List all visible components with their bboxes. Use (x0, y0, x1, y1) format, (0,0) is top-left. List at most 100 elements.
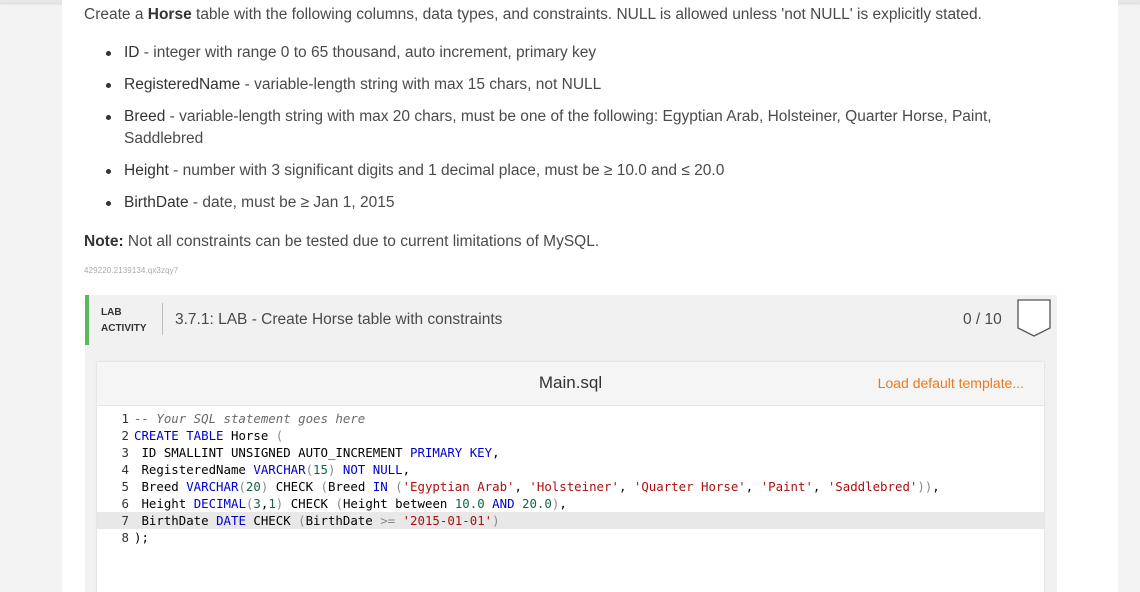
code-line[interactable]: 2 CREATE TABLE Horse ( (97, 427, 1044, 444)
column-name: Breed (124, 108, 166, 125)
code-token: )) (917, 479, 933, 494)
column-spec-item: BirthDate - date, must be ≥ Jan 1, 2015 (100, 192, 1020, 214)
code-token: Horse (223, 428, 276, 443)
code-token: ); (134, 530, 149, 545)
code-token: -- Your SQL statement goes here (134, 411, 366, 426)
code-token: CHECK (290, 496, 336, 511)
column-name: BirthDate (124, 194, 189, 211)
code-token: , (559, 496, 567, 511)
code-text: ); (134, 529, 149, 546)
instructions: Create a Horse table with the following … (84, 6, 1014, 24)
code-area[interactable]: 1 -- Your SQL statement goes here 2 CREATE … (97, 410, 1044, 546)
code-token: 3 (253, 496, 261, 511)
note-label: Note: (84, 233, 124, 250)
code-token: Height (134, 496, 194, 511)
activity-id: 429220.2139134.qx3zqy7 (84, 266, 179, 275)
code-token: ( (298, 513, 306, 528)
line-number: 4 (121, 462, 129, 477)
line-number: 5 (121, 479, 129, 494)
code-token: 'Saddlebred' (827, 479, 918, 494)
code-line[interactable]: 8); (97, 529, 1044, 546)
line-number: 6 (121, 496, 129, 511)
code-line[interactable]: 5 Breed VARCHAR(20) CHECK (Breed IN ('Eg… (97, 478, 1044, 495)
code-token: ) (260, 479, 276, 494)
code-token: CREATE TABLE (134, 428, 224, 443)
code-token: ) (275, 496, 291, 511)
code-token: ( (335, 496, 343, 511)
code-token: DECIMAL (193, 496, 246, 511)
code-line[interactable]: 4 RegisteredName VARCHAR(15) NOT NULL, (97, 461, 1044, 478)
code-token: ) (492, 513, 500, 528)
code-token: 20 (245, 479, 261, 494)
code-token: , (812, 479, 828, 494)
code-token: , (932, 479, 940, 494)
code-token: , (745, 479, 761, 494)
column-desc: - variable-length string with max 15 cha… (240, 76, 602, 93)
code-token: Height between (342, 496, 455, 511)
code-line[interactable]: 3 ID SMALLINT UNSIGNED AUTO_INCREMENT PR… (97, 444, 1044, 461)
code-token: CHECK (275, 479, 321, 494)
lab-type-line1: LAB (101, 307, 122, 318)
code-editor[interactable]: Main.sql Load default template... 1 -- Yo… (97, 362, 1044, 592)
column-desc: - variable-length string with max 20 cha… (124, 108, 992, 147)
code-text: Height DECIMAL(3,1) CHECK (Height betwee… (134, 495, 567, 512)
line-number: 7 (121, 513, 129, 528)
code-token: IN (372, 479, 388, 494)
code-token: '2015-01-01' (402, 513, 493, 528)
code-token: 'Paint' (760, 479, 813, 494)
code-text: -- Your SQL statement goes here (134, 410, 365, 427)
code-token: ID SMALLINT UNSIGNED AUTO_INCREMENT (134, 445, 411, 460)
code-token: VARCHAR (253, 462, 306, 477)
note-text: Not all constraints can be tested due to… (123, 233, 600, 250)
code-token: DATE (216, 513, 246, 528)
completion-badge-icon (1017, 299, 1051, 337)
intro-text-rest: table with the following columns, data t… (191, 6, 982, 23)
code-token: CHECK (245, 513, 299, 528)
code-token: Breed (327, 479, 373, 494)
code-line[interactable]: 1 -- Your SQL statement goes here (97, 410, 1044, 427)
note: Note: Not all constraints can be tested … (84, 233, 599, 251)
code-token: ( (387, 479, 403, 494)
code-token: , (402, 462, 411, 477)
line-number: 2 (121, 428, 129, 443)
code-token: Breed (134, 479, 187, 494)
score: 0 / 10 (963, 311, 1002, 328)
column-name: RegisteredName (124, 76, 241, 93)
code-token: ( (238, 479, 246, 494)
code-token: >= (380, 513, 396, 528)
lab-title: 3.7.1: LAB - Create Horse table with con… (175, 311, 503, 328)
code-line[interactable]: 6 Height DECIMAL(3,1) CHECK (Height betw… (97, 495, 1044, 512)
column-desc: - number with 3 significant digits and 1… (168, 162, 725, 179)
column-spec-item: RegisteredName - variable-length string … (100, 74, 1020, 96)
code-token: 10.0 (454, 496, 485, 511)
code-token: 20.0 (522, 496, 552, 511)
code-token: , (618, 479, 634, 494)
code-token: 'Holsteiner' (529, 479, 619, 494)
code-line[interactable]: 7 BirthDate DATE CHECK (BirthDate >= '20… (97, 512, 1044, 529)
code-token: ( (305, 462, 314, 477)
code-token: , (514, 479, 530, 494)
line-number: 8 (121, 530, 129, 545)
header-divider (162, 303, 163, 335)
column-spec-item: Height - number with 3 significant digit… (100, 160, 1020, 182)
code-text: Breed VARCHAR(20) CHECK (Breed IN ('Egyp… (134, 478, 940, 495)
code-token: NOT NULL (342, 462, 403, 477)
code-token: 'Quarter Horse' (633, 479, 746, 494)
intro-text: Create a (84, 6, 148, 23)
code-text: BirthDate DATE CHECK (BirthDate >= '2015… (134, 512, 500, 529)
code-token: RegisteredName (134, 462, 254, 477)
lab-type-line2: ACTIVITY (101, 323, 147, 334)
column-desc: - date, must be ≥ Jan 1, 2015 (188, 194, 395, 211)
code-token: , (492, 445, 500, 460)
column-spec-item: ID - integer with range 0 to 65 thousand… (100, 42, 1020, 64)
code-token: VARCHAR (186, 479, 239, 494)
code-text: ID SMALLINT UNSIGNED AUTO_INCREMENT PRIM… (134, 444, 500, 461)
code-token: BirthDate (305, 513, 381, 528)
table-name: Horse (147, 6, 192, 23)
code-token: ) (327, 462, 343, 477)
lab-type-label: LAB ACTIVITY (101, 305, 147, 337)
line-number: 3 (121, 445, 129, 460)
load-default-template-link[interactable]: Load default template... (878, 375, 1024, 391)
